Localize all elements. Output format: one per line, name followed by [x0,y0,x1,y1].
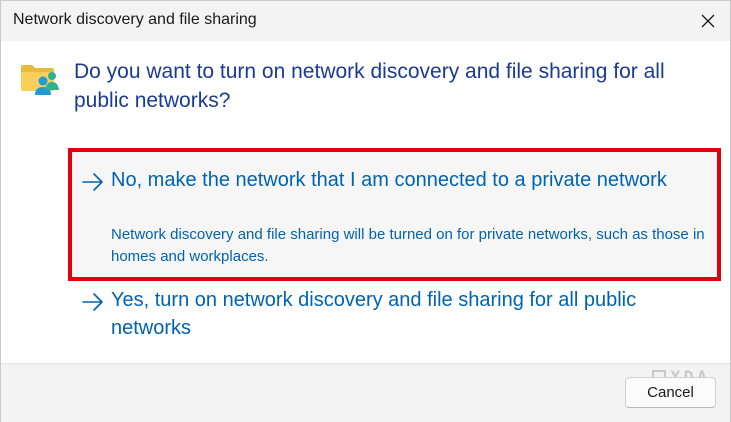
close-button[interactable] [692,5,724,37]
cancel-button[interactable]: Cancel [625,377,716,408]
network-sharing-dialog: Network discovery and file sharing Do yo… [0,0,731,422]
dialog-footer: XDA Cancel [1,363,730,422]
window-title: Network discovery and file sharing [13,11,257,28]
highlight-box [68,148,721,281]
arrow-right-icon [82,293,103,311]
main-instruction: Do you want to turn on network discovery… [74,60,665,112]
option-public-sharing[interactable]: Yes, turn on network discovery and file … [71,286,716,346]
option-public-sharing-label: Yes, turn on network discovery and file … [111,289,637,339]
close-icon [701,14,715,28]
title-bar: Network discovery and file sharing [1,1,730,41]
network-folder-users-icon [21,65,59,95]
